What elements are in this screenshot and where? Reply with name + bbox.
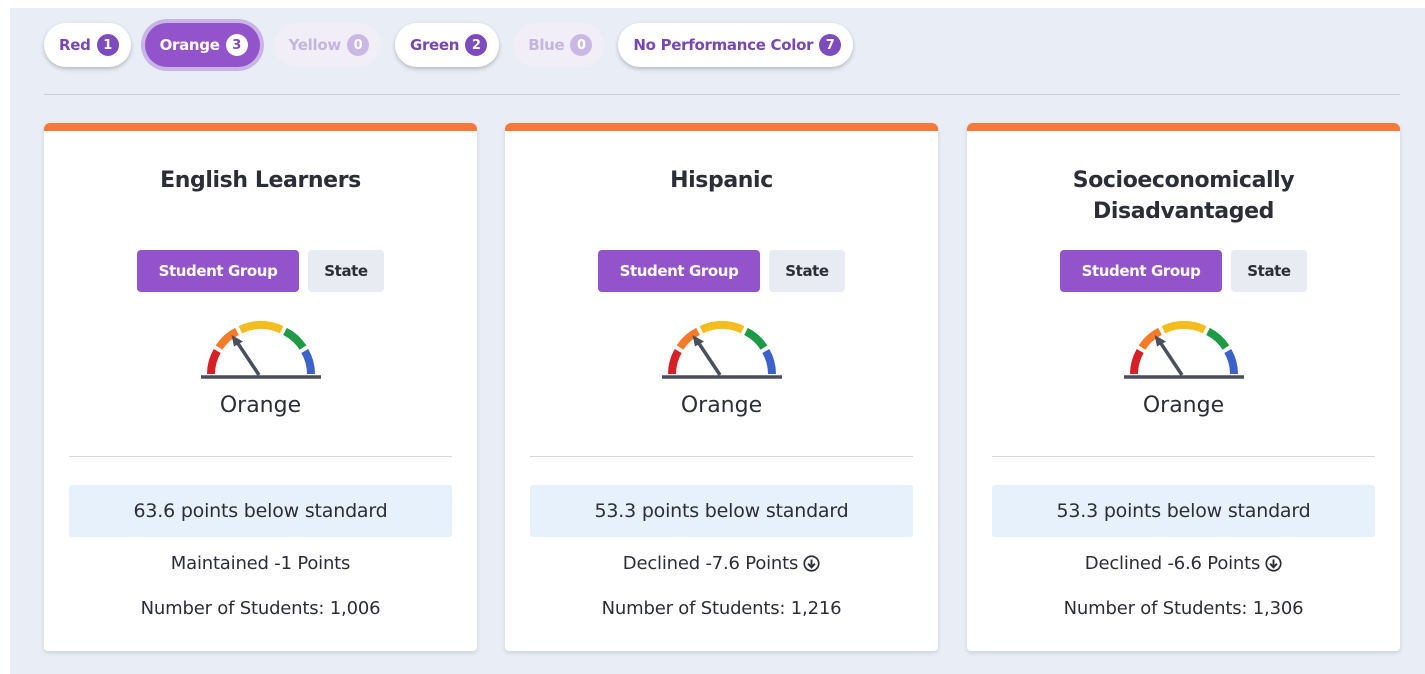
- view-toggle: Student Group State: [505, 250, 938, 292]
- student-group-button[interactable]: Student Group: [1060, 250, 1222, 292]
- arrow-down-circle-icon: [1265, 555, 1282, 572]
- student-count: Number of Students: 1,006: [140, 598, 381, 619]
- student-group-panel: Red 1 Orange 3 Yellow 0 Green 2 Blue 0 N…: [10, 8, 1425, 674]
- change-text: Maintained -1 Points: [44, 553, 477, 574]
- filter-count-badge: 0: [570, 34, 593, 56]
- filter-label: Yellow: [288, 36, 342, 54]
- filters-divider: [44, 94, 1400, 95]
- student-group-card: Socioeconomically Disadvantaged Student …: [967, 123, 1400, 651]
- card-title: English Learners: [160, 168, 361, 193]
- performance-color-filters: Red 1 Orange 3 Yellow 0 Green 2 Blue 0 N…: [44, 22, 854, 68]
- performance-color-label: Orange: [219, 393, 302, 418]
- filter-label: Red: [59, 36, 91, 54]
- state-button[interactable]: State: [308, 250, 384, 292]
- state-button[interactable]: State: [769, 250, 845, 292]
- card-divider: [992, 456, 1375, 457]
- filter-count-badge: 2: [465, 34, 488, 56]
- filter-count-badge: 3: [225, 34, 248, 56]
- filter-label: Blue: [528, 36, 565, 54]
- student-count: Number of Students: 1,216: [601, 598, 842, 619]
- student-group-card: English Learners Student Group State Ora…: [44, 123, 477, 651]
- gauge-icon: [1123, 320, 1244, 379]
- filter-label: Green: [409, 36, 460, 54]
- filter-red[interactable]: Red 1: [44, 23, 131, 67]
- arrow-down-circle-icon: [803, 555, 820, 572]
- filter-count-badge: 7: [819, 34, 842, 56]
- gauge-icon: [661, 320, 782, 379]
- filter-label: Orange: [159, 36, 220, 54]
- change-label: Maintained -1 Points: [170, 553, 351, 574]
- student-group-button[interactable]: Student Group: [137, 250, 299, 292]
- filter-orange[interactable]: Orange 3: [144, 23, 260, 67]
- filter-green[interactable]: Green 2: [394, 23, 500, 67]
- card-divider: [69, 456, 452, 457]
- student-group-button[interactable]: Student Group: [598, 250, 760, 292]
- performance-color-label: Orange: [680, 393, 763, 418]
- student-group-card: Hispanic Student Group State Orange 53.3…: [505, 123, 938, 651]
- filter-label: No Performance Color: [633, 36, 814, 54]
- status-box: 53.3 points below standard: [992, 485, 1375, 537]
- card-divider: [530, 456, 913, 457]
- filter-no-performance-color[interactable]: No Performance Color 7: [618, 23, 854, 67]
- student-count: Number of Students: 1,306: [1063, 598, 1304, 619]
- change-text: Declined -6.6 Points: [967, 553, 1400, 574]
- view-toggle: Student Group State: [967, 250, 1400, 292]
- change-label: Declined -7.6 Points: [622, 553, 799, 574]
- filter-count-badge: 0: [346, 34, 369, 56]
- state-button[interactable]: State: [1231, 250, 1307, 292]
- filter-blue[interactable]: Blue 0: [513, 23, 605, 67]
- filter-count-badge: 1: [96, 34, 119, 56]
- change-text: Declined -7.6 Points: [505, 553, 938, 574]
- change-label: Declined -6.6 Points: [1084, 553, 1261, 574]
- status-box: 53.3 points below standard: [530, 485, 913, 537]
- filter-yellow[interactable]: Yellow 0: [273, 23, 381, 67]
- status-box: 63.6 points below standard: [69, 485, 452, 537]
- card-title: Socioeconomically Disadvantaged: [1072, 168, 1295, 224]
- view-toggle: Student Group State: [44, 250, 477, 292]
- gauge-icon: [200, 320, 321, 379]
- performance-color-label: Orange: [1142, 393, 1225, 418]
- card-title: Hispanic: [670, 168, 773, 193]
